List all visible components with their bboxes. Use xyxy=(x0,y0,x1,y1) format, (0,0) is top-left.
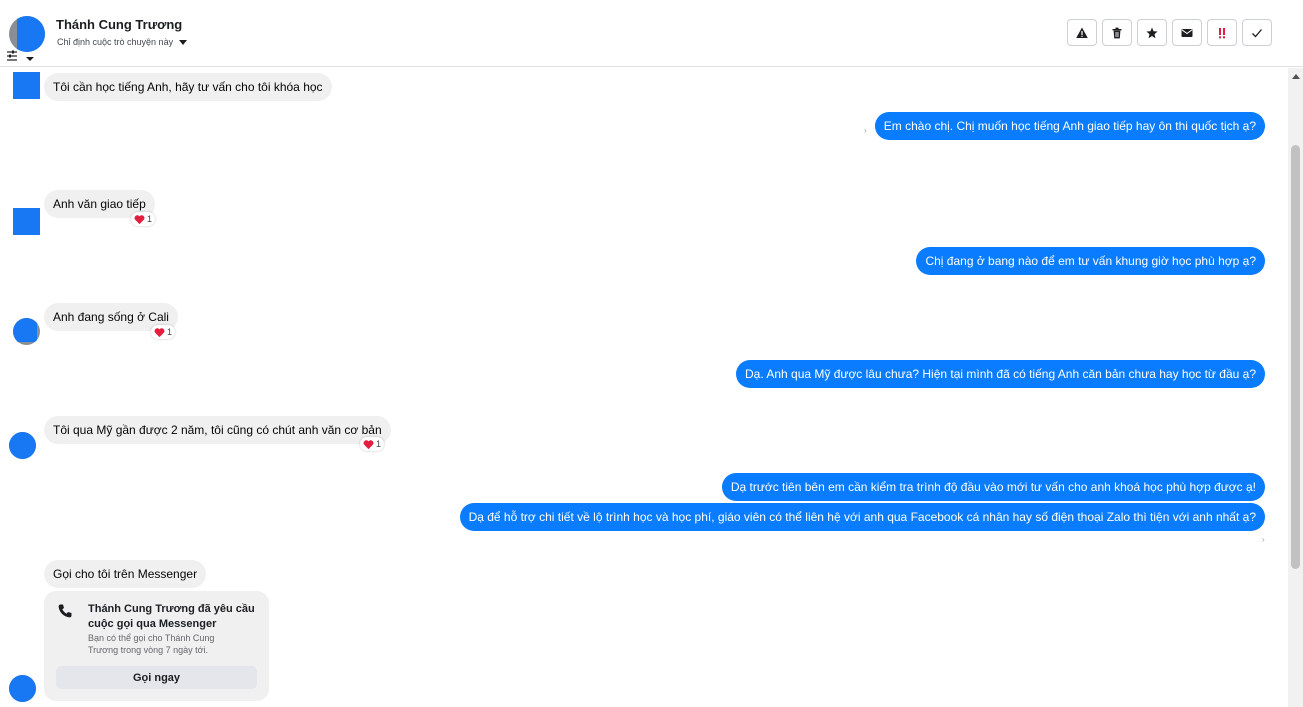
incoming-message[interactable]: Gọi cho tôi trên Messenger xyxy=(44,560,207,588)
outgoing-message[interactable]: Dạ. Anh qua Mỹ được lâu chưa? Hiện tại m… xyxy=(736,360,1265,388)
assign-label: Chỉ định cuộc trò chuyện này xyxy=(57,37,174,47)
sender-avatar xyxy=(13,208,40,235)
seen-indicator: › xyxy=(864,126,867,135)
incoming-message[interactable]: Tôi cần học tiếng Anh, hãy tư vấn cho tô… xyxy=(44,73,332,101)
outgoing-message[interactable]: Dạ để hỗ trợ chi tiết về lộ trình học và… xyxy=(459,503,1265,531)
check-icon xyxy=(1252,28,1262,37)
exclamation-icon xyxy=(1219,27,1225,38)
chat-scrollbar[interactable] xyxy=(1288,68,1303,707)
contact-name[interactable]: Thánh Cung Trương xyxy=(56,17,182,32)
envelope-icon xyxy=(1181,28,1193,37)
outgoing-message[interactable]: Dạ trước tiên bên em cần kiểm tra trình … xyxy=(721,473,1265,501)
reaction-badge[interactable]: 1 xyxy=(131,212,156,226)
message-thread: Tôi cần học tiếng Anh, hãy tư vấn cho tô… xyxy=(0,68,1288,707)
seen-indicator: › xyxy=(1262,535,1265,544)
heart-icon xyxy=(134,214,145,224)
trash-icon xyxy=(1112,27,1122,38)
done-button[interactable] xyxy=(1242,19,1272,46)
sender-avatar xyxy=(9,675,36,702)
conversation-header: Thánh Cung Trương Chỉ định cuộc trò chuy… xyxy=(0,0,1303,67)
assign-conversation-dropdown[interactable]: Chỉ định cuộc trò chuyện này xyxy=(57,37,188,47)
phone-icon xyxy=(58,604,72,618)
reaction-count: 1 xyxy=(147,214,153,224)
reaction-count: 1 xyxy=(167,327,173,337)
warning-icon xyxy=(1076,27,1088,38)
sender-avatar xyxy=(13,318,40,345)
heart-icon xyxy=(363,439,374,449)
heart-icon xyxy=(154,327,165,337)
mark-unread-button[interactable] xyxy=(1172,19,1202,46)
call-request-title: Thánh Cung Trương đã yêu cầu cuộc gọi qu… xyxy=(88,603,255,630)
delete-button[interactable] xyxy=(1102,19,1132,46)
reaction-count: 1 xyxy=(376,439,382,449)
reaction-badge[interactable]: 1 xyxy=(360,437,385,451)
reaction-badge[interactable]: 1 xyxy=(151,325,176,339)
call-request-card: Thánh Cung Trương đã yêu cầu cuộc gọi qu… xyxy=(44,591,269,701)
scroll-up-arrow-icon[interactable] xyxy=(1292,74,1300,79)
spam-button[interactable] xyxy=(1067,19,1097,46)
chevron-down-icon xyxy=(179,39,188,45)
star-button[interactable] xyxy=(1137,19,1167,46)
filter-sliders-icon[interactable] xyxy=(7,50,37,62)
outgoing-message[interactable]: Em chào chị. Chị muốn học tiếng Anh giao… xyxy=(874,112,1265,140)
follow-up-button[interactable] xyxy=(1207,19,1237,46)
call-now-button[interactable]: Gọi ngay xyxy=(56,666,257,689)
conversation-toolbar xyxy=(1067,19,1272,46)
incoming-message[interactable]: Tôi qua Mỹ gần được 2 năm, tôi cũng có c… xyxy=(44,416,391,444)
call-request-subtitle: Bạn có thể gọi cho Thánh Cung Trương tro… xyxy=(88,633,215,655)
star-icon xyxy=(1146,27,1158,38)
scroll-thumb[interactable] xyxy=(1291,145,1300,569)
outgoing-message[interactable]: Chị đang ở bang nào để em tư vấn khung g… xyxy=(916,247,1265,275)
sender-avatar xyxy=(9,432,36,459)
contact-avatar[interactable] xyxy=(9,16,45,52)
sender-avatar xyxy=(13,72,40,99)
